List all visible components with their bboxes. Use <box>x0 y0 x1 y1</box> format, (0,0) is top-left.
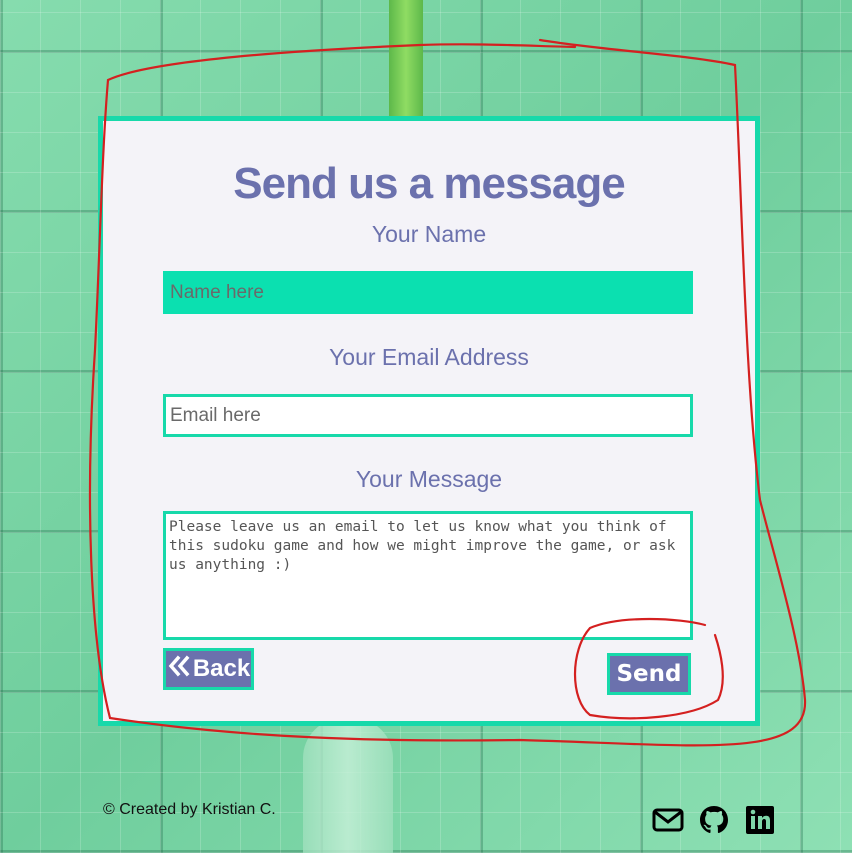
background-pencil <box>389 0 423 120</box>
page-title: Send us a message <box>233 159 625 208</box>
background-pencil-tip <box>303 718 393 853</box>
name-label: Your Name <box>371 221 487 247</box>
back-button[interactable]: Back <box>163 648 254 690</box>
message-label: Your Message <box>355 466 503 492</box>
back-button-label: Back <box>192 655 251 682</box>
send-button[interactable]: Send <box>607 653 691 695</box>
linkedin-icon[interactable] <box>744 804 776 836</box>
message-textarea[interactable] <box>163 511 693 640</box>
footer-social-links <box>652 804 776 836</box>
name-input[interactable] <box>163 271 693 314</box>
double-chevron-left-icon <box>167 655 191 684</box>
footer-credit: © Created by Kristian C. <box>103 801 276 818</box>
envelope-icon[interactable] <box>652 804 684 836</box>
email-label: Your Email Address <box>329 344 529 370</box>
email-input[interactable] <box>163 394 693 437</box>
github-icon[interactable] <box>698 804 730 836</box>
contact-form-card: Send us a message Your Name Your Email A… <box>98 116 760 726</box>
